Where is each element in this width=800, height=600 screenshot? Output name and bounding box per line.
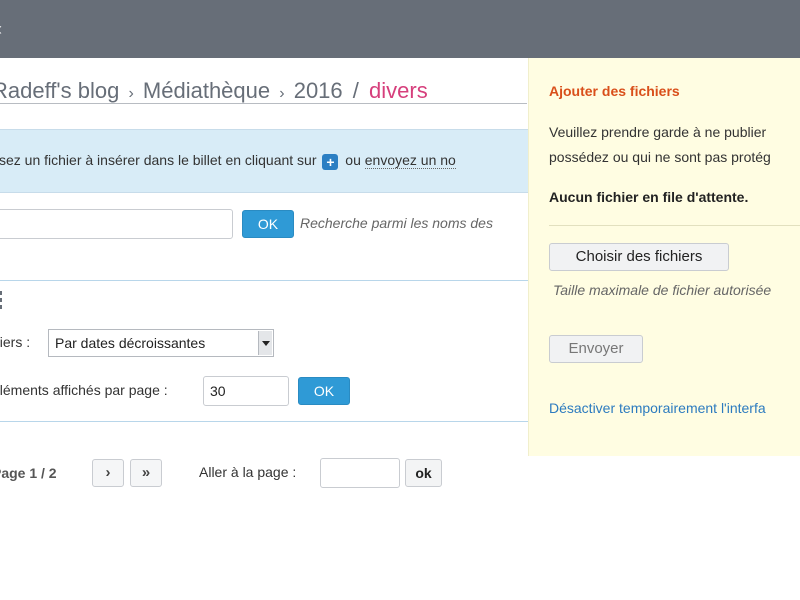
top-bar: ‹: [0, 0, 800, 58]
choose-files-button[interactable]: Choisir des fichiers: [549, 243, 729, 271]
breadcrumb-current-folder: divers: [369, 78, 428, 103]
breadcrumb-media-link[interactable]: Médiathèque: [142, 78, 271, 104]
breadcrumb-year-link[interactable]: 2016: [293, 78, 343, 104]
breadcrumb-separator-icon: ›: [279, 85, 285, 102]
search-ok-button[interactable]: OK: [242, 210, 294, 238]
info-text-or: ou: [345, 152, 361, 168]
goto-page-label: Aller à la page :: [199, 464, 297, 480]
info-text: ssez un fichier à insérer dans le billet…: [0, 152, 456, 170]
upload-queue-status: Aucun fichier en file d'attente.: [549, 189, 749, 205]
goto-page-ok-button[interactable]: ok: [405, 459, 442, 487]
back-chevron-icon[interactable]: ‹: [0, 20, 2, 38]
search-hint: Recherche parmi les noms des: [300, 215, 493, 231]
section-divider: [0, 280, 528, 281]
upload-new-link[interactable]: envoyez un no: [364, 152, 456, 169]
search-input[interactable]: [0, 209, 233, 239]
upload-title: Ajouter des fichiers: [549, 83, 680, 99]
breadcrumb-separator-icon: ›: [128, 85, 134, 102]
info-text-before: ssez un fichier à insérer dans le billet…: [0, 152, 317, 168]
breadcrumb-slash: /: [352, 78, 359, 103]
send-button[interactable]: Envoyer: [549, 335, 643, 363]
breadcrumb-blog-link[interactable]: Radeff's blog: [0, 78, 120, 104]
sort-label: hiers :: [0, 334, 31, 350]
vertical-dots-icon[interactable]: [0, 291, 4, 312]
dropdown-arrow-icon[interactable]: [258, 331, 272, 355]
last-page-button[interactable]: »: [130, 459, 162, 487]
max-file-size-note: Taille maximale de fichier autorisée: [553, 282, 772, 298]
sort-selected-value: Par dates décroissantes: [55, 335, 206, 351]
title-divider: [0, 103, 527, 104]
upload-warning-line2: possédez ou qui ne sont pas protég: [549, 149, 771, 165]
per-page-input[interactable]: 30: [203, 376, 289, 406]
next-page-button[interactable]: ›: [92, 459, 124, 487]
upload-warning-line1: Veuillez prendre garde à ne publier: [549, 124, 767, 140]
plus-icon: +: [322, 154, 339, 170]
per-page-label: éléments affichés par page :: [0, 382, 168, 398]
sort-select[interactable]: Par dates décroissantes: [48, 329, 274, 357]
section-divider: [0, 421, 528, 422]
info-message: ssez un fichier à insérer dans le billet…: [0, 129, 528, 193]
upload-panel: Ajouter des fichiers Veuillez prendre ga…: [528, 58, 800, 456]
page-indicator: Page 1 / 2: [0, 465, 57, 481]
disable-interface-link[interactable]: Désactiver temporairement l'interfa: [549, 400, 766, 416]
goto-page-input[interactable]: [320, 458, 400, 488]
upload-divider: [549, 225, 800, 226]
per-page-ok-button[interactable]: OK: [298, 377, 350, 405]
